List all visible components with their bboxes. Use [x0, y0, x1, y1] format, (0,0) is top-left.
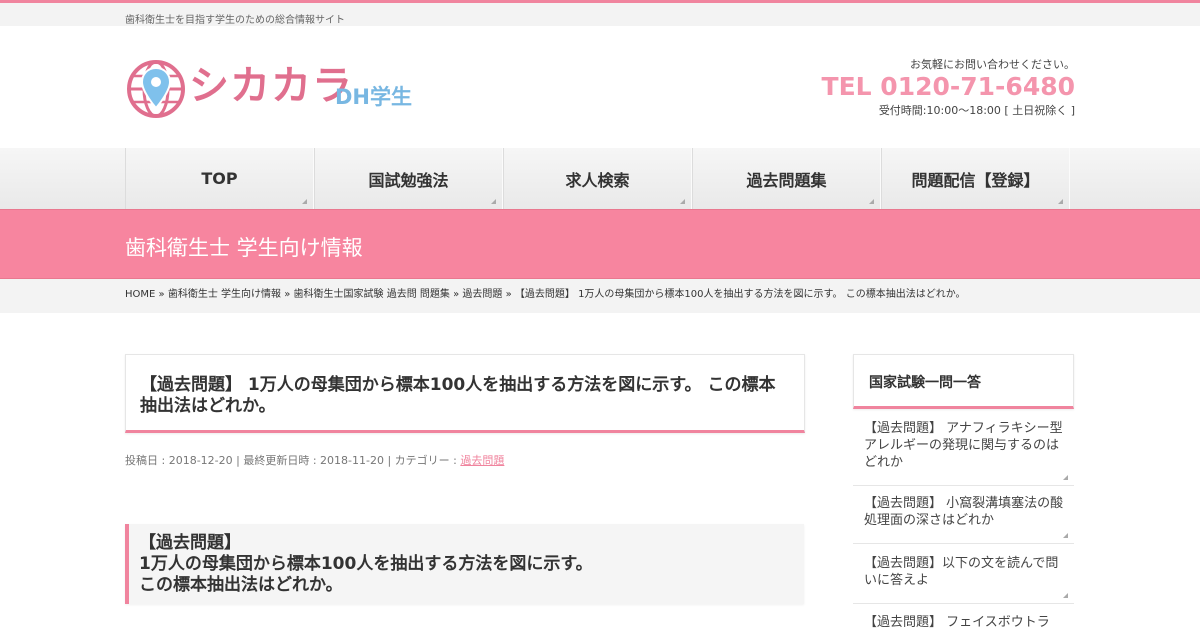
- nav-item-top[interactable]: TOP: [125, 148, 314, 209]
- nav-item-jobs[interactable]: 求人検索: [503, 148, 692, 209]
- corner-arrow-icon: [1063, 475, 1068, 480]
- tagline-bar: 歯科衛生士を目指す学生のための総合情報サイト: [0, 3, 1200, 26]
- sidebar-item-label: 【過去問題】 小窩裂溝填塞法の酸処理面の深さはどれか: [864, 496, 1064, 528]
- corner-arrow-icon: [302, 199, 307, 204]
- corner-arrow-icon: [1058, 199, 1063, 204]
- sidebar-item-label: 【過去問題】 アナフィラキシー型アレルギーの発現に関与するのはどれか: [864, 421, 1063, 470]
- post-meta: 投稿日 : 2018-12-20 | 最終更新日時 : 2018-11-20 |…: [125, 452, 504, 468]
- corner-arrow-icon: [491, 199, 496, 204]
- page-title-bar: 歯科衛生士 学生向け情報: [0, 209, 1200, 279]
- site-logo[interactable]: シカカラ DH学生: [125, 58, 425, 120]
- question-box: 【過去問題】 1万人の母集団から標本100人を抽出する方法を図に示す。 この標本…: [125, 524, 804, 604]
- logo-subtitle: DH学生: [335, 85, 413, 109]
- question-line: 【過去問題】: [139, 533, 241, 553]
- nav-item-label: TOP: [201, 169, 238, 188]
- post-title: 【過去問題】 1万人の母集団から標本100人を抽出する方法を図に示す。 この標本…: [140, 375, 776, 416]
- sidebar-item[interactable]: 【過去問題】 フェイスボウトラ: [853, 606, 1074, 630]
- breadcrumb-separator: »: [505, 289, 512, 300]
- corner-arrow-icon: [1063, 533, 1068, 538]
- global-nav: TOP 国試勉強法 求人検索 過去問題集 問題配信【登録】: [0, 148, 1200, 209]
- breadcrumb: HOME » 歯科衛生士 学生向け情報 » 歯科衛生士国家試験 過去問 問題集 …: [125, 285, 966, 300]
- site-tagline: 歯科衛生士を目指す学生のための総合情報サイト: [125, 15, 345, 26]
- contact-hours: 受付時間:10:00～18:00 [ 土日祝除く ]: [878, 104, 1075, 117]
- sidebar-title: 国家試験一問一答: [869, 375, 981, 391]
- sidebar-header: 国家試験一問一答: [853, 354, 1074, 409]
- breadcrumb-item[interactable]: 過去問題: [462, 289, 502, 300]
- breadcrumb-separator: »: [284, 289, 291, 300]
- breadcrumb-separator: »: [453, 289, 460, 300]
- page-title: 歯科衛生士 学生向け情報: [125, 236, 363, 260]
- sidebar-item[interactable]: 【過去問題】以下の文を読んで問いに答えよ: [853, 547, 1074, 604]
- globe-pin-icon: [127, 60, 185, 118]
- sidebar-item-label: 【過去問題】 フェイスボウトラ: [864, 615, 1050, 630]
- breadcrumb-current: 【過去問題】 1万人の母集団から標本100人を抽出する方法を図に示す。 この標本…: [514, 289, 966, 300]
- breadcrumb-separator: »: [158, 289, 165, 300]
- contact-block: お気軽にお問い合わせください。 TEL 0120-71-6480 受付時間:10…: [815, 56, 1075, 118]
- site-header: シカカラ DH学生 お気軽にお問い合わせください。 TEL 0120-71-64…: [0, 26, 1200, 148]
- nav-item-label: 過去問題集: [746, 170, 827, 190]
- nav-item-label: 国試勉強法: [368, 170, 449, 190]
- question-line: この標本抽出法はどれか。: [139, 575, 343, 595]
- sidebar-item-label: 【過去問題】以下の文を読んで問いに答えよ: [864, 556, 1059, 588]
- breadcrumb-bar: HOME » 歯科衛生士 学生向け情報 » 歯科衛生士国家試験 過去問 問題集 …: [0, 279, 1200, 313]
- corner-arrow-icon: [1063, 593, 1068, 598]
- category-link[interactable]: 過去問題: [460, 454, 504, 467]
- breadcrumb-item[interactable]: 歯科衛生士 学生向け情報: [168, 289, 281, 300]
- question-line: 1万人の母集団から標本100人を抽出する方法を図に示す。: [139, 554, 593, 574]
- contact-phone[interactable]: TEL 0120-71-6480: [815, 72, 1075, 102]
- contact-lead: お気軽にお問い合わせください。: [910, 58, 1075, 71]
- post-header: 【過去問題】 1万人の母集団から標本100人を抽出する方法を図に示す。 この標本…: [125, 354, 805, 433]
- sidebar-item[interactable]: 【過去問題】 小窩裂溝填塞法の酸処理面の深さはどれか: [853, 487, 1074, 544]
- breadcrumb-home[interactable]: HOME: [125, 289, 155, 300]
- post-meta-dates: 投稿日 : 2018-12-20 | 最終更新日時 : 2018-11-20 |…: [125, 454, 461, 467]
- nav-item-label: 求人検索: [565, 170, 630, 190]
- corner-arrow-icon: [869, 199, 874, 204]
- sidebar-item[interactable]: 【過去問題】 アナフィラキシー型アレルギーの発現に関与するのはどれか: [853, 412, 1074, 486]
- nav-item-register[interactable]: 問題配信【登録】: [881, 148, 1070, 209]
- logo-wordmark: シカカラ: [189, 63, 353, 109]
- corner-arrow-icon: [680, 199, 685, 204]
- nav-item-label: 問題配信【登録】: [911, 170, 1040, 190]
- breadcrumb-item[interactable]: 歯科衛生士国家試験 過去問 問題集: [294, 289, 450, 300]
- nav-item-study[interactable]: 国試勉強法: [314, 148, 503, 209]
- nav-item-past-exams[interactable]: 過去問題集: [692, 148, 881, 209]
